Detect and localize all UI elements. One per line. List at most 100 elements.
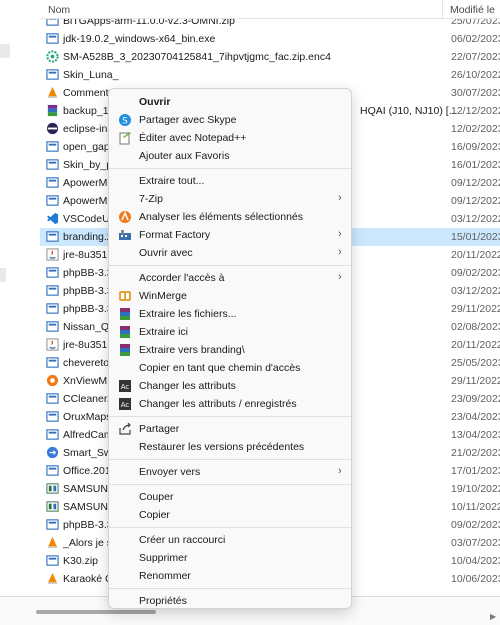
menu-item-proprietes[interactable]: Propriétés (113, 592, 347, 610)
file-modified-date: 12/02/2023 (451, 123, 500, 135)
menu-item-label: Extraire les fichiers... (139, 308, 237, 320)
menu-item-label: Envoyer vers (139, 466, 201, 478)
chevron-right-icon: › (338, 228, 342, 240)
file-icon (46, 320, 59, 333)
samsung-icon (46, 500, 59, 513)
chevron-right-icon: › (338, 271, 342, 283)
menu-item-creer-un-raccourci[interactable]: Créer un raccourci (113, 531, 347, 549)
menu-item-label: Extraire vers branding\ (139, 344, 245, 356)
menu-item-format-factory[interactable]: Format Factory › (113, 226, 347, 244)
file-icon (46, 464, 59, 477)
menu-item-editer-avec-notepad[interactable]: Éditer avec Notepad++ (113, 129, 347, 147)
menu-item-label: Changer les attributs (139, 380, 236, 392)
file-modified-date: 03/12/2022 (451, 213, 500, 225)
file-row[interactable]: jdk-19.0.2_windows-x64_bin.exe 06/02/2023 (40, 30, 500, 48)
menu-item-copier[interactable]: Copier (113, 506, 347, 524)
column-header-name[interactable]: Nom (48, 4, 70, 16)
menu-item-partager-avec-skype[interactable]: S Partager avec Skype (113, 111, 347, 129)
comment-file-name-tail: HQAI (J10, NJ10) [... (360, 105, 458, 117)
winrar-icon (118, 307, 132, 321)
file-modified-date: 23/09/2022 (451, 393, 500, 405)
file-row[interactable]: Skin_Luna_ 26/10/2022 (40, 66, 500, 84)
file-modified-date: 22/07/2023 (451, 51, 500, 63)
menu-item-changer-les-attributs[interactable]: Ac Changer les attributs (113, 377, 347, 395)
nav-pane-item[interactable] (0, 44, 10, 58)
menu-item-renommer[interactable]: Renommer (113, 567, 347, 585)
menu-item-ouvrir[interactable]: Ouvrir (113, 93, 347, 111)
menu-item-envoyer-vers[interactable]: Envoyer vers › (113, 463, 347, 481)
file-modified-date: 26/10/2022 (451, 69, 500, 81)
menu-item-ajouter-aux-favoris[interactable]: Ajouter aux Favoris (113, 147, 347, 165)
menu-item-restaurer-les-versions-precedentes[interactable]: Restaurer les versions précédentes (113, 438, 347, 456)
attrib-icon: Ac (118, 397, 132, 411)
column-divider[interactable] (442, 0, 443, 18)
nav-pane-item[interactable] (0, 268, 6, 282)
menu-item-winmerge[interactable]: WinMerge (113, 287, 347, 305)
file-row[interactable]: SM-A528B_3_20230704125841_7ihpvtjgmc_fac… (40, 48, 500, 66)
chevron-right-icon: › (338, 465, 342, 477)
file-modified-date: 13/04/2023 (451, 429, 500, 441)
vscode-icon (46, 212, 59, 225)
file-modified-date: 06/02/2023 (451, 33, 500, 45)
menu-item-extraire-tout[interactable]: Extraire tout... (113, 172, 347, 190)
menu-item-label: Restaurer les versions précédentes (139, 441, 305, 453)
file-modified-date: 12/12/2022 (451, 105, 500, 117)
vlc-icon (46, 536, 59, 549)
zip-icon (46, 158, 59, 171)
file-modified-date: 03/07/2023 (451, 537, 500, 549)
menu-separator (109, 416, 351, 417)
menu-item-label: Extraire tout... (139, 175, 205, 187)
menu-item-extraire-ici[interactable]: Extraire ici (113, 323, 347, 341)
zip-icon (46, 140, 59, 153)
scrollbar-thumb[interactable] (36, 610, 156, 614)
menu-item-extraire-vers-branding[interactable]: Extraire vers branding\ (113, 341, 347, 359)
menu-item-couper[interactable]: Couper (113, 488, 347, 506)
column-header-bar: Nom Modifié le (40, 0, 500, 19)
menu-item-extraire-les-fichiers[interactable]: Extraire les fichiers... (113, 305, 347, 323)
file-modified-date: 09/12/2022 (451, 177, 500, 189)
zip-icon (46, 230, 59, 243)
menu-item-label: Éditer avec Notepad++ (139, 132, 247, 144)
file-modified-date: 10/06/2023 (451, 573, 500, 585)
menu-item-7-zip[interactable]: 7-Zip › (113, 190, 347, 208)
gear-icon (46, 50, 59, 63)
file-modified-date: 19/10/2022 (451, 483, 500, 495)
menu-item-supprimer[interactable]: Supprimer (113, 549, 347, 567)
file-modified-date: 10/11/2022 (451, 501, 500, 513)
menu-separator (109, 265, 351, 266)
menu-item-ouvrir-avec[interactable]: Ouvrir avec › (113, 244, 347, 262)
file-modified-date: 09/02/2023 (451, 519, 500, 531)
file-icon (46, 176, 59, 189)
menu-item-analyser-les-elements-selectionnes[interactable]: Analyser les éléments sélectionnés (113, 208, 347, 226)
menu-item-label: Partager avec Skype (139, 114, 237, 126)
file-name: jdk-19.0.2_windows-x64_bin.exe (63, 33, 216, 45)
file-modified-date: 25/05/2023 (451, 357, 500, 369)
java-icon (46, 248, 59, 261)
zip-icon (46, 518, 59, 531)
menu-item-label: Ajouter aux Favoris (139, 150, 230, 162)
menu-separator (109, 168, 351, 169)
rar-icon (46, 104, 59, 117)
column-header-modified[interactable]: Modifié le (450, 4, 495, 16)
menu-item-label: Supprimer (139, 552, 188, 564)
menu-item-label: Analyser les éléments sélectionnés (139, 211, 304, 223)
file-modified-date: 29/11/2022 (451, 303, 500, 315)
file-icon (46, 356, 59, 369)
menu-item-accorder-l-acces-a[interactable]: Accorder l'accès à › (113, 269, 347, 287)
scroll-right-arrow-icon[interactable]: ▶ (490, 612, 496, 621)
menu-item-changer-les-attributs-enregistres[interactable]: Ac Changer les attributs / enregistrés (113, 395, 347, 413)
menu-item-label: Créer un raccourci (139, 534, 226, 546)
menu-item-label: Copier (139, 509, 170, 521)
menu-item-partager[interactable]: Partager (113, 420, 347, 438)
file-icon (46, 392, 59, 405)
menu-item-label: Partager (139, 423, 180, 435)
menu-separator (109, 588, 351, 589)
menu-item-label: Format Factory (139, 229, 211, 241)
context-menu: Ouvrir S Partager avec Skype Éditer avec No… (108, 88, 352, 609)
file-modified-date: 09/02/2023 (451, 267, 500, 279)
chevron-right-icon: › (338, 246, 342, 258)
file-modified-date: 20/11/2022 (451, 339, 500, 351)
eclipse-icon (46, 122, 59, 135)
menu-item-copier-en-tant-que-chemin-d-acces[interactable]: Copier en tant que chemin d'accès (113, 359, 347, 377)
svg-text:S: S (122, 117, 128, 127)
